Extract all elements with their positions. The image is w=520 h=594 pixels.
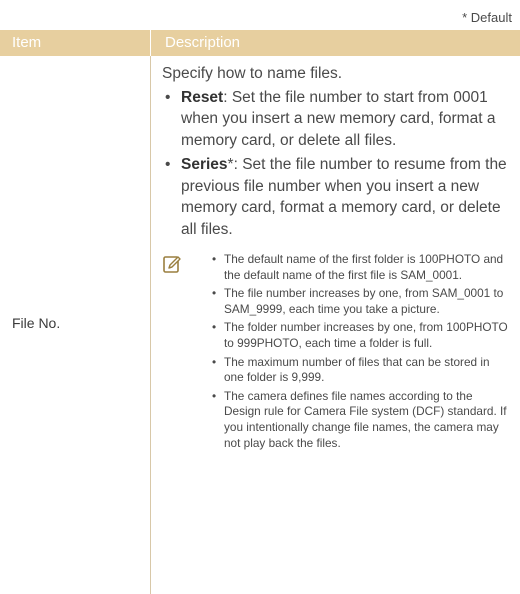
option-suffix: *: bbox=[227, 156, 238, 173]
row-description: Specify how to name files. Reset: Set th… bbox=[162, 63, 512, 454]
table-header: Item Description bbox=[0, 30, 520, 56]
option-name: Reset bbox=[181, 88, 224, 106]
option-list: Reset: Set the file number to start from… bbox=[162, 87, 512, 241]
default-footnote: * Default bbox=[462, 10, 512, 25]
option-name: Series bbox=[181, 156, 228, 173]
row-item-label: File No. bbox=[12, 315, 61, 331]
note-item: The camera defines file names according … bbox=[212, 389, 512, 451]
option-reset: Reset: Set the file number to start from… bbox=[162, 87, 512, 152]
note-item: The default name of the first folder is … bbox=[212, 252, 512, 283]
option-series: Series*: Set the file number to resume f… bbox=[162, 154, 512, 240]
note-item: The file number increases by one, from S… bbox=[212, 286, 512, 317]
description-intro: Specify how to name files. bbox=[162, 65, 343, 82]
note-block: The default name of the first folder is … bbox=[162, 252, 512, 451]
option-text: Set the file number to start from 0001 w… bbox=[181, 88, 496, 149]
header-divider bbox=[150, 30, 151, 56]
note-pencil-icon bbox=[163, 256, 181, 273]
note-item: The maximum number of files that can be … bbox=[212, 355, 512, 386]
note-list: The default name of the first folder is … bbox=[212, 252, 512, 451]
header-description: Description bbox=[165, 34, 241, 51]
column-divider bbox=[150, 56, 151, 594]
note-item: The folder number increases by one, from… bbox=[212, 320, 512, 351]
header-item: Item bbox=[12, 34, 42, 51]
